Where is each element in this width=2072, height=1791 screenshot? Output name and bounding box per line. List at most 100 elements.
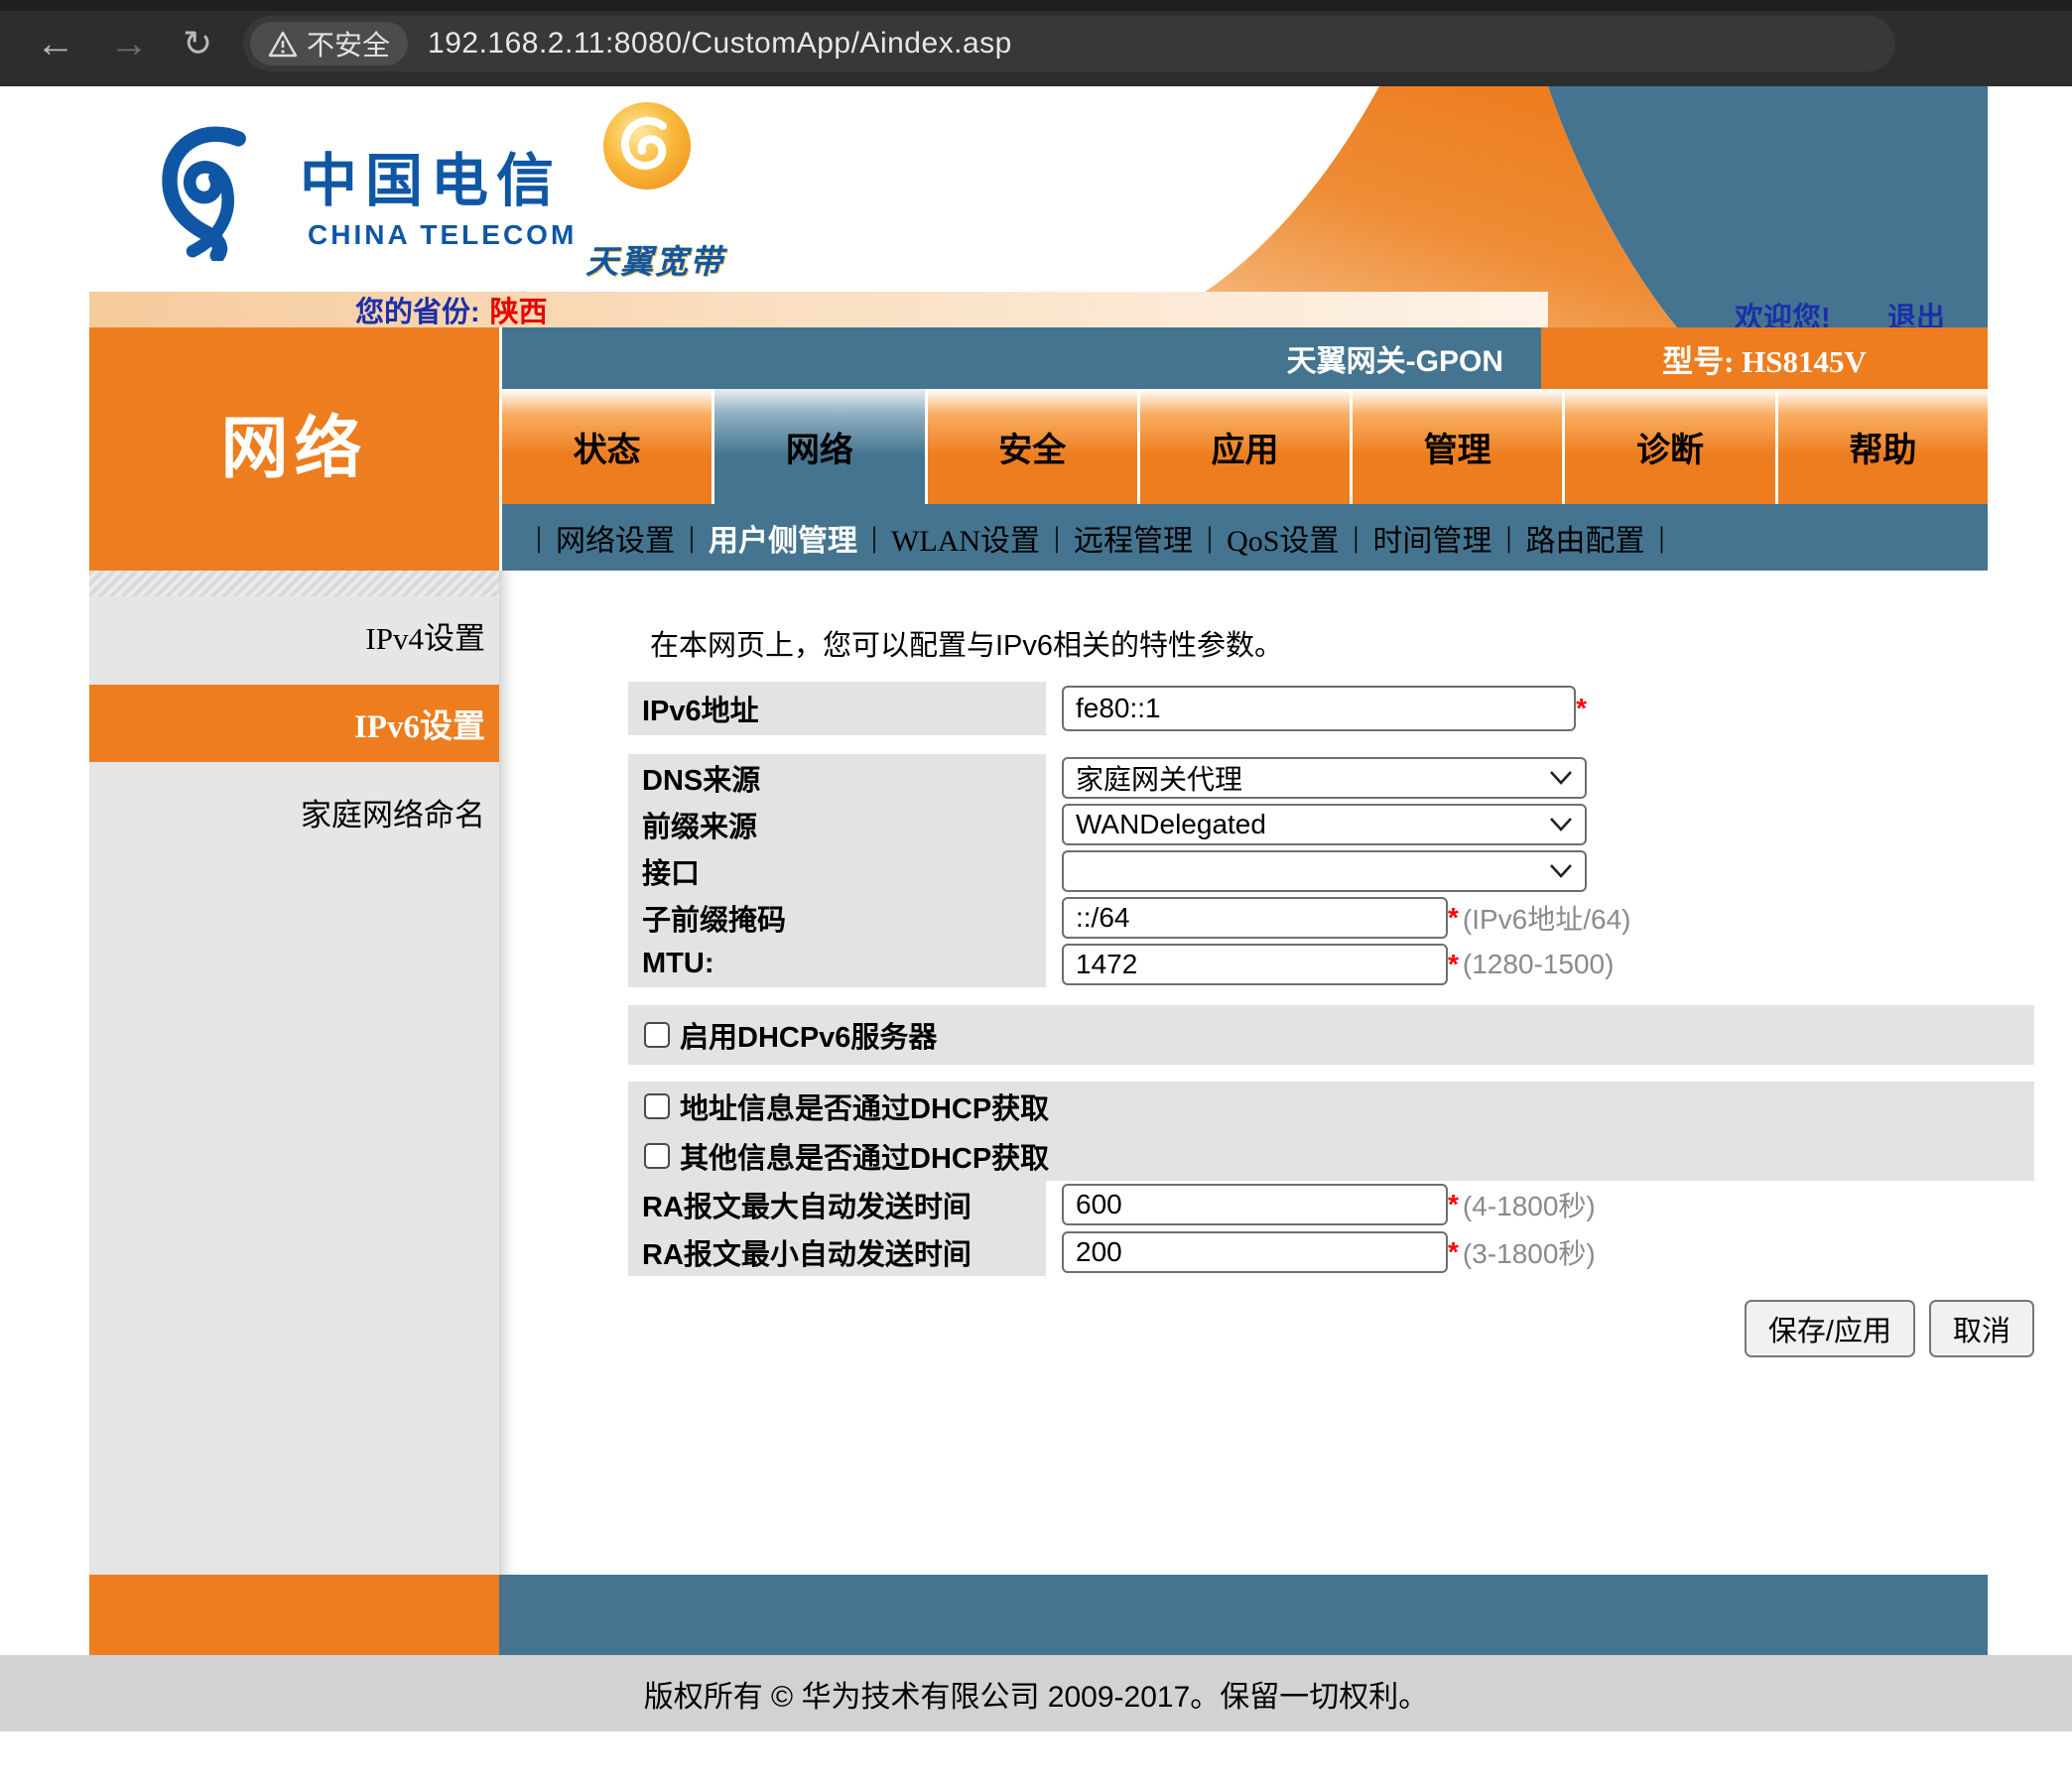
ipv6-address-label: IPv6地址 <box>628 682 1046 735</box>
ra-max-input[interactable] <box>1062 1184 1448 1225</box>
sub-navigation: | 网络设置 | 用户侧管理 | WLAN设置 | 远程管理 | QoS设置 |… <box>502 504 1988 571</box>
addr-via-dhcp-checkbox[interactable] <box>644 1093 670 1119</box>
subnav-network-settings[interactable]: 网络设置 <box>556 516 675 560</box>
sub-prefix-mask-row: 子前缀掩码 *(IPv6地址/64) <box>628 894 2034 941</box>
dns-source-row: DNS来源 家庭网关代理 <box>628 754 2034 801</box>
mtu-row: MTU: *(1280-1500) <box>628 941 2034 987</box>
interface-label: 接口 <box>628 847 1046 894</box>
footer-band <box>89 1575 1988 1655</box>
addr-via-dhcp-label: 地址信息是否通过DHCP获取 <box>680 1086 1049 1127</box>
other-via-dhcp-row: 其他信息是否通过DHCP获取 <box>628 1131 2034 1181</box>
tab-network[interactable]: 网络 <box>714 389 924 504</box>
chevron-down-icon <box>1549 817 1573 832</box>
footer-orange-block <box>89 1575 499 1655</box>
addr-via-dhcp-row: 地址信息是否通过DHCP获取 <box>628 1082 2034 1131</box>
tianyi-broadband-label: 天翼宽带 <box>585 235 724 283</box>
sub-prefix-mask-label: 子前缀掩码 <box>628 894 1046 941</box>
save-apply-button[interactable]: 保存/应用 <box>1745 1300 1915 1357</box>
copyright-strip: 版权所有 © 华为技术有限公司 2009-2017。保留一切权利。 <box>0 1655 2072 1731</box>
dns-source-label: DNS来源 <box>628 754 1046 801</box>
tab-application[interactable]: 应用 <box>1140 389 1350 504</box>
subnav-qos-settings[interactable]: QoS设置 <box>1227 516 1339 560</box>
forward-icon[interactable]: → <box>109 22 149 65</box>
ipv6-settings-form: IPv6地址 * DNS来源 家庭网关代理 <box>628 682 2034 1357</box>
tab-diagnose[interactable]: 诊断 <box>1565 389 1774 504</box>
logo-text-en: CHINA TELECOM <box>308 219 577 251</box>
ra-min-hint: (3-1800秒) <box>1463 1232 1596 1272</box>
section-title: 网络 <box>220 393 367 491</box>
sidebar-item-ipv6[interactable]: IPv6设置 <box>89 685 499 762</box>
mtu-input[interactable] <box>1062 944 1448 985</box>
prefix-source-row: 前缀来源 WANDelegated <box>628 801 2034 847</box>
ra-min-row: RA报文最小自动发送时间 *(3-1800秒) <box>628 1228 2034 1276</box>
browser-toolbar: ← → ↻ 不安全 192.168.2.11:8080/CustomApp/Ai… <box>0 0 2072 86</box>
form-buttons: 保存/应用 取消 <box>628 1300 2034 1357</box>
subnav-wlan-settings[interactable]: WLAN设置 <box>891 516 1040 560</box>
sub-prefix-mask-input[interactable] <box>1062 897 1448 939</box>
interface-select[interactable] <box>1062 850 1587 892</box>
settings-panel: 在本网页上，您可以配置与IPv6相关的特性参数。 IPv6地址 * DNS来源 <box>499 571 1988 1575</box>
ipv6-address-row: IPv6地址 * <box>628 682 2034 735</box>
banner: 中国电信 CHINA TELECOM 天翼宽带 您的省份: 陕西 欢迎您! 退出 <box>89 86 1988 327</box>
logo-text-cn: 中国电信 <box>300 134 562 217</box>
sub-prefix-mask-hint: (IPv6地址/64) <box>1463 898 1631 938</box>
sidebar: IPv4设置 IPv6设置 家庭网络命名 <box>89 571 499 1575</box>
gateway-strip: 天翼网关-GPON <box>502 327 1541 389</box>
tab-management[interactable]: 管理 <box>1353 389 1562 504</box>
ipv6-address-input[interactable] <box>1062 686 1576 731</box>
subnav-user-side-management[interactable]: 用户侧管理 <box>709 516 857 560</box>
security-badge[interactable]: 不安全 <box>250 22 408 65</box>
province-value: 陕西 <box>490 289 548 330</box>
sidebar-item-ipv4[interactable]: IPv4设置 <box>89 596 499 674</box>
mtu-hint: (1280-1500) <box>1463 949 1615 980</box>
ra-max-label: RA报文最大自动发送时间 <box>628 1181 1046 1228</box>
other-via-dhcp-checkbox[interactable] <box>644 1143 670 1169</box>
content-area: IPv4设置 IPv6设置 家庭网络命名 在本网页上，您可以配置与IPv6相关的… <box>89 571 1988 1575</box>
sidebar-item-home-network-naming[interactable]: 家庭网络命名 <box>89 773 499 850</box>
ra-min-input[interactable] <box>1062 1231 1448 1273</box>
dhcpv6-enable-checkbox[interactable] <box>644 1022 670 1048</box>
main-tabs: 状态 网络 安全 应用 管理 诊断 帮助 <box>502 389 1988 504</box>
chevron-down-icon <box>1549 770 1573 785</box>
dhcpv6-enable-row: 启用DHCPv6服务器 <box>628 1005 2034 1065</box>
back-icon[interactable]: ← <box>36 22 75 65</box>
section-header-block: 网络 <box>89 327 499 571</box>
tab-help[interactable]: 帮助 <box>1778 389 1988 504</box>
mtu-label: MTU: <box>628 941 1046 987</box>
ra-max-row: RA报文最大自动发送时间 *(4-1800秒) <box>628 1181 2034 1228</box>
security-badge-label: 不安全 <box>307 24 390 64</box>
prefix-source-select[interactable]: WANDelegated <box>1062 804 1587 845</box>
prefix-source-label: 前缀来源 <box>628 801 1046 847</box>
warning-triangle-icon <box>268 31 298 58</box>
province-strip: 您的省份: 陕西 <box>89 292 1548 327</box>
subnav-route-config[interactable]: 路由配置 <box>1525 516 1644 560</box>
ra-max-hint: (4-1800秒) <box>1463 1185 1596 1224</box>
cancel-button[interactable]: 取消 <box>1929 1300 2034 1357</box>
dns-source-select[interactable]: 家庭网关代理 <box>1062 757 1587 799</box>
url-text: 192.168.2.11:8080/CustomApp/Aindex.asp <box>428 27 1012 61</box>
page-description: 在本网页上，您可以配置与IPv6相关的特性参数。 <box>650 622 1283 664</box>
model-block: 型号: HS8145V <box>1541 327 1988 389</box>
router-admin-page: ← → ↻ 不安全 192.168.2.11:8080/CustomApp/Ai… <box>0 0 2072 1791</box>
gateway-label: 天翼网关-GPON <box>1287 336 1503 380</box>
other-via-dhcp-label: 其他信息是否通过DHCP获取 <box>680 1135 1049 1177</box>
ra-settings-block: 地址信息是否通过DHCP获取 其他信息是否通过DHCP获取 RA报文最大自动发送… <box>628 1082 2034 1276</box>
tianyi-broadband-swirl-icon <box>597 96 697 195</box>
navigation-area: 网络 天翼网关-GPON 型号: HS8145V 状态 网络 安全 应用 管理 … <box>89 327 1988 571</box>
tab-status[interactable]: 状态 <box>502 389 712 504</box>
subnav-time-management[interactable]: 时间管理 <box>1372 516 1491 560</box>
interface-row: 接口 <box>628 847 2034 894</box>
ra-min-label: RA报文最小自动发送时间 <box>628 1228 1046 1276</box>
source-settings-table: DNS来源 家庭网关代理 前缀来源 <box>628 754 2034 987</box>
province-label: 您的省份: <box>355 289 480 330</box>
subnav-remote-management[interactable]: 远程管理 <box>1074 516 1193 560</box>
address-bar[interactable]: 不安全 192.168.2.11:8080/CustomApp/Aindex.a… <box>243 16 1895 71</box>
model-label: 型号: HS8145V <box>1662 336 1867 381</box>
reload-icon[interactable]: ↻ <box>183 22 212 65</box>
china-telecom-emblem-icon <box>151 122 290 261</box>
footer-slate-bar <box>499 1575 1988 1655</box>
dhcpv6-enable-label: 启用DHCPv6服务器 <box>680 1014 937 1056</box>
required-mark: * <box>1576 693 1587 724</box>
tab-security[interactable]: 安全 <box>928 389 1137 504</box>
chevron-down-icon <box>1549 863 1573 878</box>
